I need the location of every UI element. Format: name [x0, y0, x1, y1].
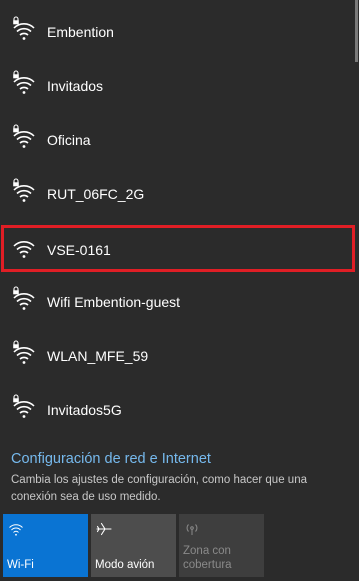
network-settings-section: Configuración de red e Internet Cambia l…	[11, 450, 351, 506]
network-item[interactable]: Invitados5G	[0, 383, 355, 437]
mobile-hotspot-icon	[184, 521, 200, 537]
wifi-secured-icon	[11, 124, 37, 152]
network-item[interactable]: RUT_06FC_2G	[0, 167, 355, 221]
tile-label: Zona con cobertura	[183, 545, 232, 571]
network-ssid: VSE-0161	[47, 242, 111, 258]
network-item[interactable]: Wifi Embention-guest	[0, 275, 355, 329]
network-flyout: Embention Invitados Oficina RUT_06FC_2G …	[0, 0, 359, 581]
wifi-open-icon	[11, 234, 37, 262]
network-ssid: Invitados	[47, 78, 104, 94]
wifi-secured-icon	[11, 340, 37, 368]
network-item[interactable]: Embention	[0, 5, 355, 59]
scrollbar-thumb[interactable]	[355, 0, 358, 62]
network-list: Embention Invitados Oficina RUT_06FC_2G …	[0, 5, 355, 437]
network-ssid: Invitados5G	[47, 402, 122, 418]
airplane-mode-tile[interactable]: Modo avión	[91, 514, 176, 577]
network-ssid: WLAN_MFE_59	[47, 348, 149, 364]
scrollbar[interactable]	[355, 0, 359, 440]
network-ssid: Oficina	[47, 132, 91, 148]
mobile-hotspot-tile[interactable]: Zona con cobertura	[179, 514, 264, 577]
quick-actions: Wi-Fi Modo avión Zona con cobertura	[3, 514, 264, 577]
network-settings-description: Cambia los ajustes de configuración, com…	[11, 474, 307, 503]
wifi-toggle-tile[interactable]: Wi-Fi	[3, 514, 88, 577]
network-ssid: Embention	[47, 24, 114, 40]
airplane-icon	[96, 521, 112, 537]
tile-label: Modo avión	[95, 559, 155, 571]
network-settings-link[interactable]: Configuración de red e Internet	[11, 451, 211, 467]
network-item-highlighted[interactable]: VSE-0161	[1, 225, 355, 272]
wifi-icon	[8, 521, 24, 537]
tile-label: Wi-Fi	[7, 559, 34, 571]
wifi-secured-icon	[11, 394, 37, 422]
wifi-secured-icon	[11, 178, 37, 206]
network-ssid: RUT_06FC_2G	[47, 186, 145, 202]
network-item[interactable]: Oficina	[0, 113, 355, 167]
network-item[interactable]: WLAN_MFE_59	[0, 329, 355, 383]
wifi-secured-icon	[11, 70, 37, 98]
wifi-secured-icon	[11, 286, 37, 314]
network-item[interactable]: Invitados	[0, 59, 355, 113]
network-ssid: Wifi Embention-guest	[47, 294, 181, 310]
wifi-secured-icon	[11, 16, 37, 44]
